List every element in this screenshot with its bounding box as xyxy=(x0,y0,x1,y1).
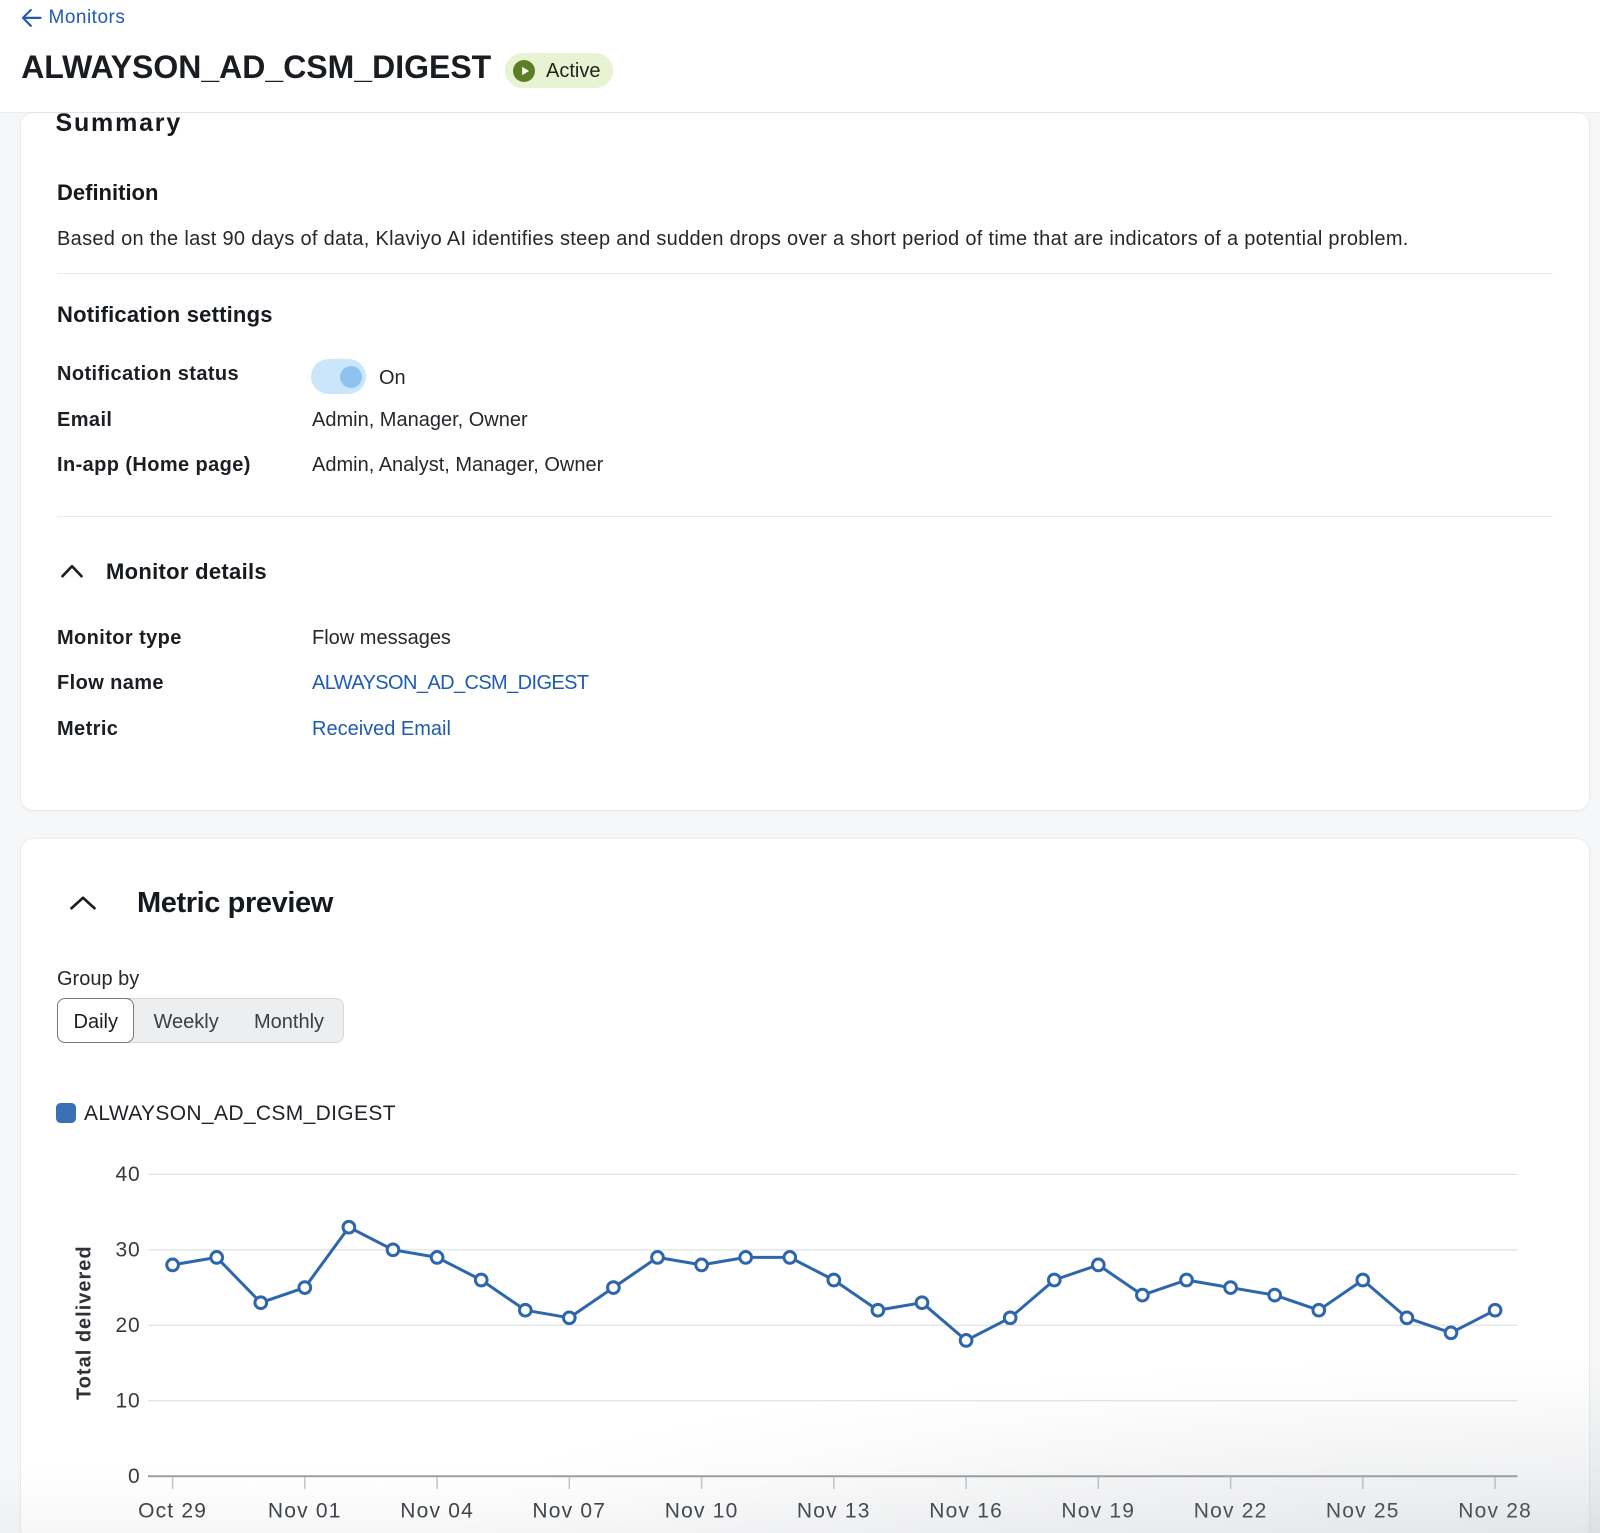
svg-text:30: 30 xyxy=(116,1239,141,1262)
svg-text:40: 40 xyxy=(116,1163,141,1186)
svg-text:Total delivered: Total delivered xyxy=(74,1245,96,1400)
svg-text:10: 10 xyxy=(116,1390,141,1413)
svg-text:20: 20 xyxy=(116,1314,141,1337)
